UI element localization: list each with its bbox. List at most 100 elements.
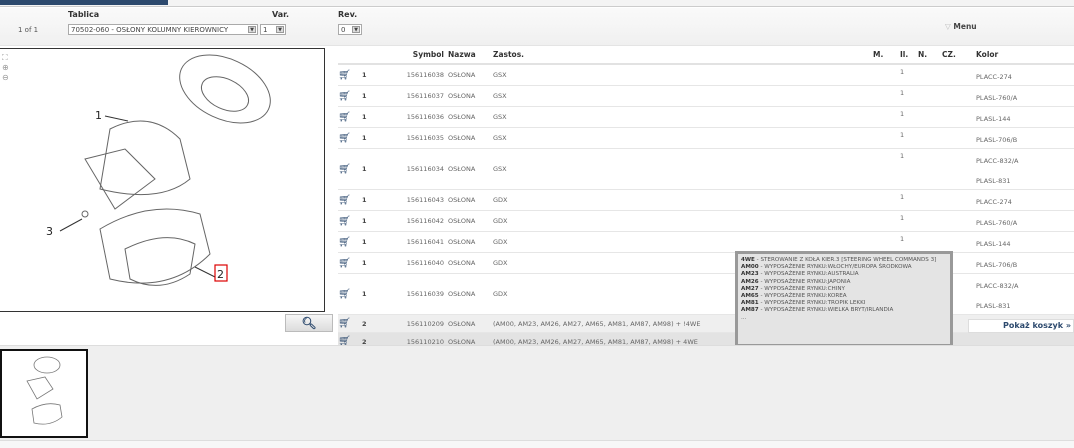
add-to-cart-icon[interactable]: 🛒︎	[338, 64, 358, 86]
option-desc: - WYPOSAŻENIE RYNKU:CHINY	[758, 285, 845, 292]
cz	[942, 64, 976, 86]
option-desc: - WYPOSAŻENIE RYNKU:WŁOCHY/EUROPA ŚRODKO…	[758, 264, 912, 271]
zastos: GDX	[493, 231, 873, 253]
table-row[interactable]: 🛒︎ 1 156116042 OSŁONA GDX 1 PLASL-760/A	[338, 210, 1074, 232]
diagram-thumbnail[interactable]	[0, 349, 88, 438]
nazwa: OSŁONA	[448, 85, 493, 107]
nazwa: OSŁONA	[448, 189, 493, 211]
position: 1	[358, 210, 398, 232]
add-to-cart-icon[interactable]: 🛒︎	[338, 210, 358, 232]
add-to-cart-icon[interactable]: 🛒︎	[338, 127, 358, 149]
add-to-cart-icon[interactable]: 🛒︎	[338, 252, 358, 274]
symbol[interactable]: 156116038	[398, 64, 448, 86]
n	[918, 231, 942, 253]
callout-1[interactable]: 1	[95, 109, 102, 122]
n	[918, 189, 942, 211]
zastos: GSX	[493, 106, 873, 128]
symbol[interactable]: 156116041	[398, 231, 448, 253]
color-code: PLACC-832/A	[976, 157, 1019, 165]
n	[918, 64, 942, 86]
kolor: PLASL-706/B	[976, 252, 1074, 274]
pager: 1 of 1	[18, 26, 39, 34]
show-cart-button[interactable]: Pokaż koszyk »	[968, 319, 1074, 333]
top-bar	[0, 0, 1074, 7]
var-select[interactable]: 1 ▼	[260, 24, 286, 35]
symbol[interactable]: 156116039	[398, 273, 448, 315]
position: 1	[358, 106, 398, 128]
table-row[interactable]: 🛒︎ 1 156116043 OSŁONA GDX 1 PLACC-274	[338, 189, 1074, 211]
chevron-down-icon: ▼	[248, 26, 256, 33]
m	[873, 85, 900, 107]
add-to-cart-icon[interactable]: 🛒︎	[338, 148, 358, 190]
color-code: PLASL-760/A	[976, 219, 1018, 227]
kolor: PLASL-760/A	[976, 85, 1074, 107]
option-code: AM65	[741, 293, 759, 300]
kolor: PLACC-832/A PLASL-831	[976, 273, 1074, 315]
col-kolor: Kolor	[976, 46, 1074, 65]
add-to-cart-icon[interactable]: 🛒︎	[338, 273, 358, 315]
add-to-cart-icon[interactable]: 🛒︎	[338, 106, 358, 128]
symbol[interactable]: 156116042	[398, 210, 448, 232]
table-row[interactable]: 🛒︎ 1 156116040 OSŁONA GDX 1 PLASL-706/B	[338, 252, 1074, 274]
option-code: AM81	[741, 300, 759, 307]
callout-2[interactable]: 2	[217, 268, 224, 281]
symbol[interactable]: 156116036	[398, 106, 448, 128]
application-tooltip: 4WE - STEROWANIE Z KOŁA KIER.3 [STEERING…	[735, 251, 953, 347]
kolor: PLASL-706/B	[976, 127, 1074, 149]
symbol[interactable]: 156110209	[398, 314, 448, 333]
option-desc: - WYPOSAŻENIE RYNKU:KOREA	[758, 293, 847, 300]
callout-3[interactable]: 3	[46, 225, 53, 238]
chevron-down-icon: ▼	[352, 26, 360, 33]
option-desc: - WYPOSAŻENIE RYNKU:WIELKA BRYT/IRLANDIA	[758, 307, 894, 314]
active-tab[interactable]	[0, 0, 168, 5]
table-row[interactable]: 🛒︎ 1 156116039 OSŁONA GDX PLACC-832/A PLA…	[338, 273, 1074, 315]
zoom-search-button[interactable]: 🔍︎	[285, 314, 333, 332]
nazwa: OSŁONA	[448, 127, 493, 149]
color-code: PLASL-831	[976, 177, 1011, 185]
il: 1	[900, 148, 918, 190]
color-code: PLACC-274	[976, 198, 1012, 206]
nazwa: OSŁONA	[448, 231, 493, 253]
table-row[interactable]: 🛒︎ 1 156116035 OSŁONA GSX 1 PLASL-706/B	[338, 127, 1074, 149]
option-code: AM26	[741, 278, 759, 285]
il: 1	[900, 127, 918, 149]
tablica-select[interactable]: 70502-060 - OSŁONY KOLUMNY KIEROWNICY ▼	[68, 24, 258, 35]
menu-button[interactable]: ▽ Menu	[945, 22, 977, 31]
m	[873, 127, 900, 149]
bottom-scrollbar[interactable]	[0, 440, 1074, 448]
tablica-value: 70502-060 - OSŁONY KOLUMNY KIEROWNICY	[71, 26, 229, 34]
zastos: GSX	[493, 85, 873, 107]
table-row[interactable]: 🛒︎ 1 156116038 OSŁONA GSX 1 PLACC-274	[338, 64, 1074, 86]
m	[873, 231, 900, 253]
option-code: AM00	[741, 264, 759, 271]
rev-select[interactable]: 0 ▼	[338, 24, 362, 35]
col-cart	[338, 46, 358, 65]
symbol[interactable]: 156116037	[398, 85, 448, 107]
parts-diagram-panel[interactable]: ⛶ ⊕ ⊖ 1 3 2	[0, 48, 325, 312]
symbol[interactable]: 156116034	[398, 148, 448, 190]
tooltip-more: ...	[741, 314, 747, 321]
option-desc: - WYPOSAŻENIE RYNKU:AUSTRALIA	[758, 271, 859, 278]
add-to-cart-icon[interactable]: 🛒︎	[338, 231, 358, 253]
col-zastos: Zastos.	[493, 46, 873, 65]
nazwa: OSŁONA	[448, 314, 493, 333]
col-poz	[358, 46, 398, 65]
table-row[interactable]: 🛒︎ 1 156116036 OSŁONA GSX 1 PLASL-144	[338, 106, 1074, 128]
option-code: AM27	[741, 285, 759, 292]
zastos: GSX	[493, 64, 873, 86]
position: 1	[358, 127, 398, 149]
add-to-cart-icon[interactable]: 🛒︎	[338, 189, 358, 211]
table-row[interactable]: 🛒︎ 1 156116041 OSŁONA GDX 1 PLASL-144	[338, 231, 1074, 253]
cz	[942, 148, 976, 190]
cz	[942, 106, 976, 128]
table-row[interactable]: 🛒︎ 1 156116034 OSŁONA GSX 1 PLACC-832/A P…	[338, 148, 1074, 190]
thumbnail-strip	[0, 345, 1074, 440]
table-row[interactable]: 🛒︎ 2 156110209 OSŁONA (AM00, AM23, AM26,…	[338, 314, 1074, 333]
add-to-cart-icon[interactable]: 🛒︎	[338, 314, 358, 333]
symbol[interactable]: 156116043	[398, 189, 448, 211]
table-row[interactable]: 🛒︎ 1 156116037 OSŁONA GSX 1 PLASL-760/A	[338, 85, 1074, 107]
symbol[interactable]: 156116035	[398, 127, 448, 149]
symbol[interactable]: 156116040	[398, 252, 448, 274]
zastos: GDX	[493, 210, 873, 232]
add-to-cart-icon[interactable]: 🛒︎	[338, 85, 358, 107]
